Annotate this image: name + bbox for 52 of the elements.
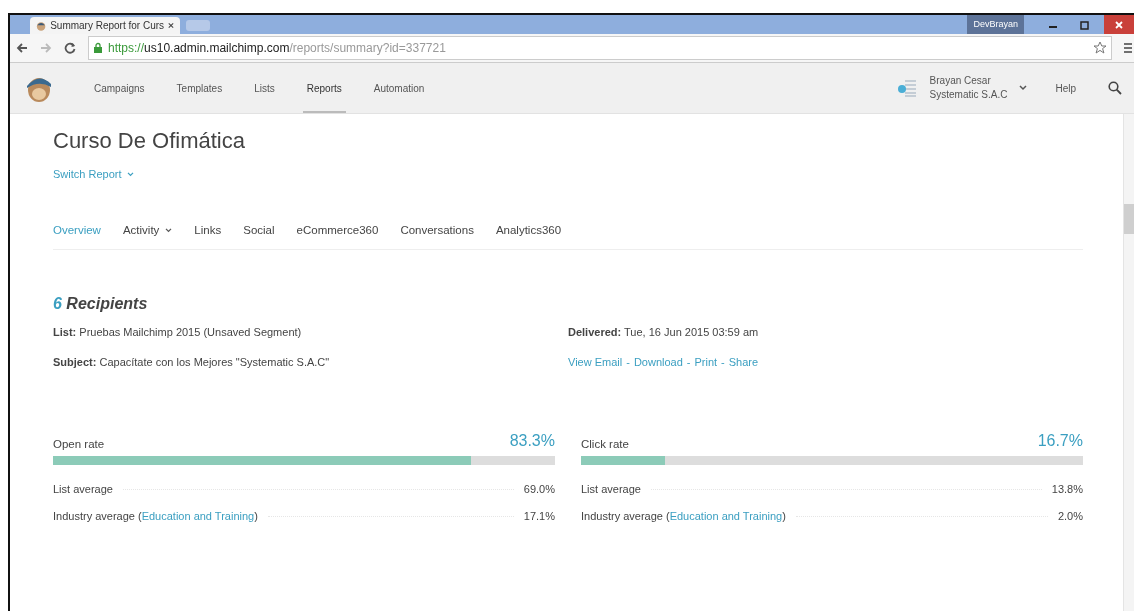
average-value: 69.0% — [523, 483, 555, 495]
nav-item[interactable]: Lists — [250, 63, 279, 113]
rate-label: Click rate — [581, 438, 629, 450]
reload-icon[interactable] — [64, 42, 76, 54]
nav-item[interactable]: Reports — [302, 63, 346, 113]
report-tab[interactable]: Analytics360 — [495, 224, 562, 236]
separator-text: - — [626, 355, 630, 370]
address-field[interactable]: https://us10.admin.mailchimp.com/reports/summary?id=337721 — [88, 36, 1112, 60]
monkey-icon — [36, 19, 47, 32]
recipients-heading: 6 Recipients — [53, 295, 149, 313]
scrollbar-thumb[interactable] — [1124, 204, 1134, 234]
report-tab[interactable]: eCommerce360 — [296, 224, 379, 236]
average-label: List average — [581, 483, 641, 495]
nav-item[interactable]: Campaigns — [90, 63, 149, 113]
delivered-text: Delivered: Tue, 16 Jun 2015 03:59 am — [568, 325, 760, 340]
rate-label: Open rate — [53, 438, 105, 450]
nav-item[interactable]: Automation — [369, 63, 429, 113]
separator-text: - — [721, 355, 725, 370]
close-window-button[interactable] — [1104, 15, 1134, 34]
report-tab[interactable]: Activity — [122, 224, 173, 236]
detail-text: Subject: Capacítate con los Mejores "Systematic S.A.C" — [53, 355, 331, 370]
nav-item[interactable]: Templates — [172, 63, 227, 113]
rate-value: 83.3% — [509, 432, 555, 450]
url-text: https://us10.admin.mailchimp.com/reports/summary?id=337721 — [108, 41, 446, 55]
separator-text: - — [686, 355, 691, 370]
menu-icon[interactable] — [1124, 42, 1132, 54]
browser-tab[interactable]: Summary Report for Curs — [30, 17, 180, 34]
restore-icon[interactable] — [1080, 19, 1090, 30]
report-tab[interactable]: Social — [243, 224, 275, 236]
report-title: Curso De Ofimática — [53, 128, 246, 154]
close-tab-icon[interactable] — [168, 22, 174, 29]
detail-text: List: Pruebas Mailchimp 2015 (Unsaved Segment) — [53, 325, 303, 340]
close-icon — [1114, 19, 1124, 30]
average-label: Industry average (Education and Training) — [53, 510, 258, 522]
search-icon[interactable] — [1108, 81, 1122, 95]
rate-value: 16.7% — [1037, 432, 1083, 450]
profile-badge[interactable]: DevBrayan — [967, 15, 1024, 34]
average-label: List average — [53, 483, 113, 495]
report-tab[interactable]: Links — [194, 224, 222, 236]
help-link[interactable]: Help — [1055, 82, 1076, 94]
chevron-icon — [127, 171, 135, 177]
report-tab[interactable]: Conversations — [400, 224, 474, 236]
average-label: Industry average (Education and Training) — [581, 510, 786, 522]
back-icon[interactable] — [16, 42, 28, 54]
lock-icon — [93, 42, 103, 54]
tab-title: Summary Report for Curs — [50, 20, 165, 31]
account-menu[interactable]: Brayan Cesar Systematic S.A.C — [929, 74, 1008, 102]
chevron-icon[interactable] — [1019, 85, 1028, 91]
average-value: 17.1% — [523, 510, 555, 522]
average-value: 13.8% — [1051, 483, 1083, 495]
star-icon[interactable] — [1093, 41, 1107, 55]
average-value: 2.0% — [1057, 510, 1083, 522]
